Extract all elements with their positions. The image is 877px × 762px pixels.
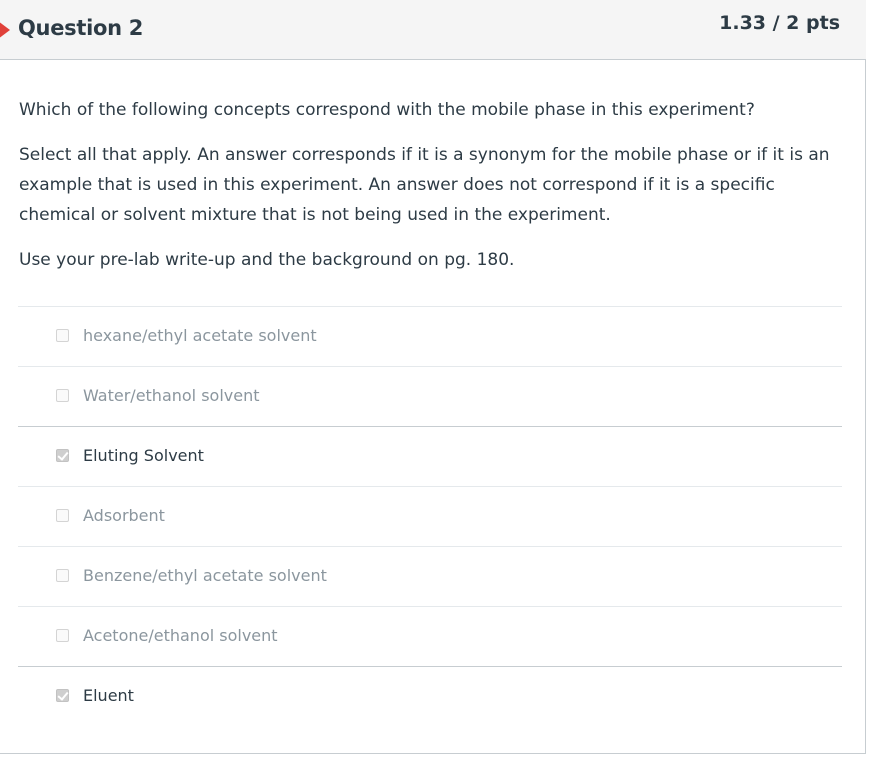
answer-label: Eluting Solvent <box>83 446 204 465</box>
question-hint: Use your pre-lab write-up and the backgr… <box>19 250 515 270</box>
checkbox[interactable] <box>56 569 69 582</box>
answer-label: Eluent <box>83 686 134 705</box>
answer-option[interactable]: Acetone/ethanol solvent <box>18 606 842 666</box>
question-header: Question 2 1.33 / 2 pts <box>0 0 866 60</box>
answer-option[interactable]: Benzene/ethyl acetate solvent <box>18 546 842 606</box>
checkbox[interactable] <box>56 689 69 702</box>
checkbox[interactable] <box>56 509 69 522</box>
checkbox[interactable] <box>56 449 69 462</box>
checkbox[interactable] <box>56 629 69 642</box>
checkbox[interactable] <box>56 329 69 342</box>
answer-label: Water/ethanol solvent <box>83 386 260 405</box>
answer-label: Acetone/ethanol solvent <box>83 626 278 645</box>
answer-label: hexane/ethyl acetate solvent <box>83 326 317 345</box>
answer-option[interactable]: Eluent <box>18 666 842 726</box>
question-card: Question 2 1.33 / 2 pts Which of the fol… <box>0 0 866 754</box>
question-prompt: Which of the following concepts correspo… <box>19 100 755 120</box>
question-instructions: Select all that apply. An answer corresp… <box>19 145 830 225</box>
answer-option[interactable]: Water/ethanol solvent <box>18 366 842 426</box>
answer-option[interactable]: Adsorbent <box>18 486 842 546</box>
question-title: Question 2 <box>18 16 144 40</box>
checkbox[interactable] <box>56 389 69 402</box>
answer-option[interactable]: hexane/ethyl acetate solvent <box>18 306 842 366</box>
answer-label: Benzene/ethyl acetate solvent <box>83 566 327 585</box>
answer-label: Adsorbent <box>83 506 165 525</box>
answer-list: hexane/ethyl acetate solvent Water/ethan… <box>18 306 842 726</box>
question-points: 1.33 / 2 pts <box>719 12 840 34</box>
question-flag-icon[interactable] <box>0 15 10 45</box>
answer-option[interactable]: Eluting Solvent <box>18 426 842 486</box>
